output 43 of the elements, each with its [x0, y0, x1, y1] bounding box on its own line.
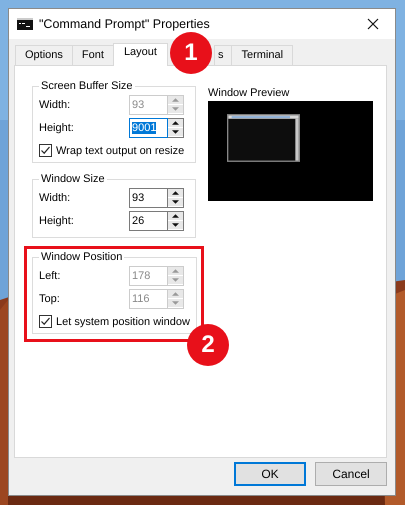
number-field[interactable]: 93	[129, 188, 168, 208]
field-label: Top:	[39, 292, 61, 304]
window-title: "Command Prompt" Properties	[39, 17, 210, 31]
number-field[interactable]: 26	[129, 210, 168, 230]
console-icon	[17, 18, 33, 30]
up-arrow-icon	[172, 98, 179, 102]
group-title: Window Size	[40, 173, 106, 185]
ok-button[interactable]: OK	[234, 462, 306, 486]
down-arrow-icon	[172, 222, 179, 226]
check-icon	[40, 316, 51, 327]
tab[interactable]: Terminal	[231, 45, 294, 65]
checkbox[interactable]	[39, 144, 52, 157]
down-arrow-icon	[172, 200, 179, 204]
down-arrow-icon	[172, 106, 179, 110]
group-title: Window Position	[40, 251, 124, 263]
field-label: Left:	[39, 270, 62, 282]
field-label: Height:	[39, 122, 75, 134]
up-arrow-icon	[172, 214, 179, 218]
down-arrow-icon	[172, 300, 179, 304]
up-arrow-icon	[172, 268, 179, 272]
spin-up-button[interactable]	[168, 118, 183, 128]
checkbox-label: Let system position window	[56, 316, 190, 328]
tab[interactable]: s	[214, 45, 232, 65]
cancel-button[interactable]: Cancel	[315, 462, 387, 486]
group-title: Screen Buffer Size	[40, 80, 134, 92]
field-label: Width:	[39, 192, 72, 204]
spin-up-button[interactable]	[168, 212, 183, 220]
up-arrow-icon	[172, 120, 179, 124]
down-arrow-icon	[172, 278, 179, 282]
field-label: Height:	[39, 214, 75, 226]
up-arrow-icon	[172, 292, 179, 296]
checkbox[interactable]	[39, 315, 52, 328]
checkbox-label: Wrap text output on resize	[56, 144, 184, 156]
close-icon	[367, 18, 379, 30]
number-field[interactable]: 9001	[129, 118, 168, 138]
field-label: Width:	[39, 98, 72, 110]
up-arrow-icon	[172, 190, 179, 194]
tab[interactable]: Layout	[112, 43, 168, 66]
tab[interactable]: Options	[15, 45, 73, 65]
preview-title: Window Preview	[208, 87, 290, 99]
spin-up-button[interactable]	[168, 188, 183, 198]
check-icon	[40, 145, 51, 156]
down-arrow-icon	[172, 130, 179, 134]
